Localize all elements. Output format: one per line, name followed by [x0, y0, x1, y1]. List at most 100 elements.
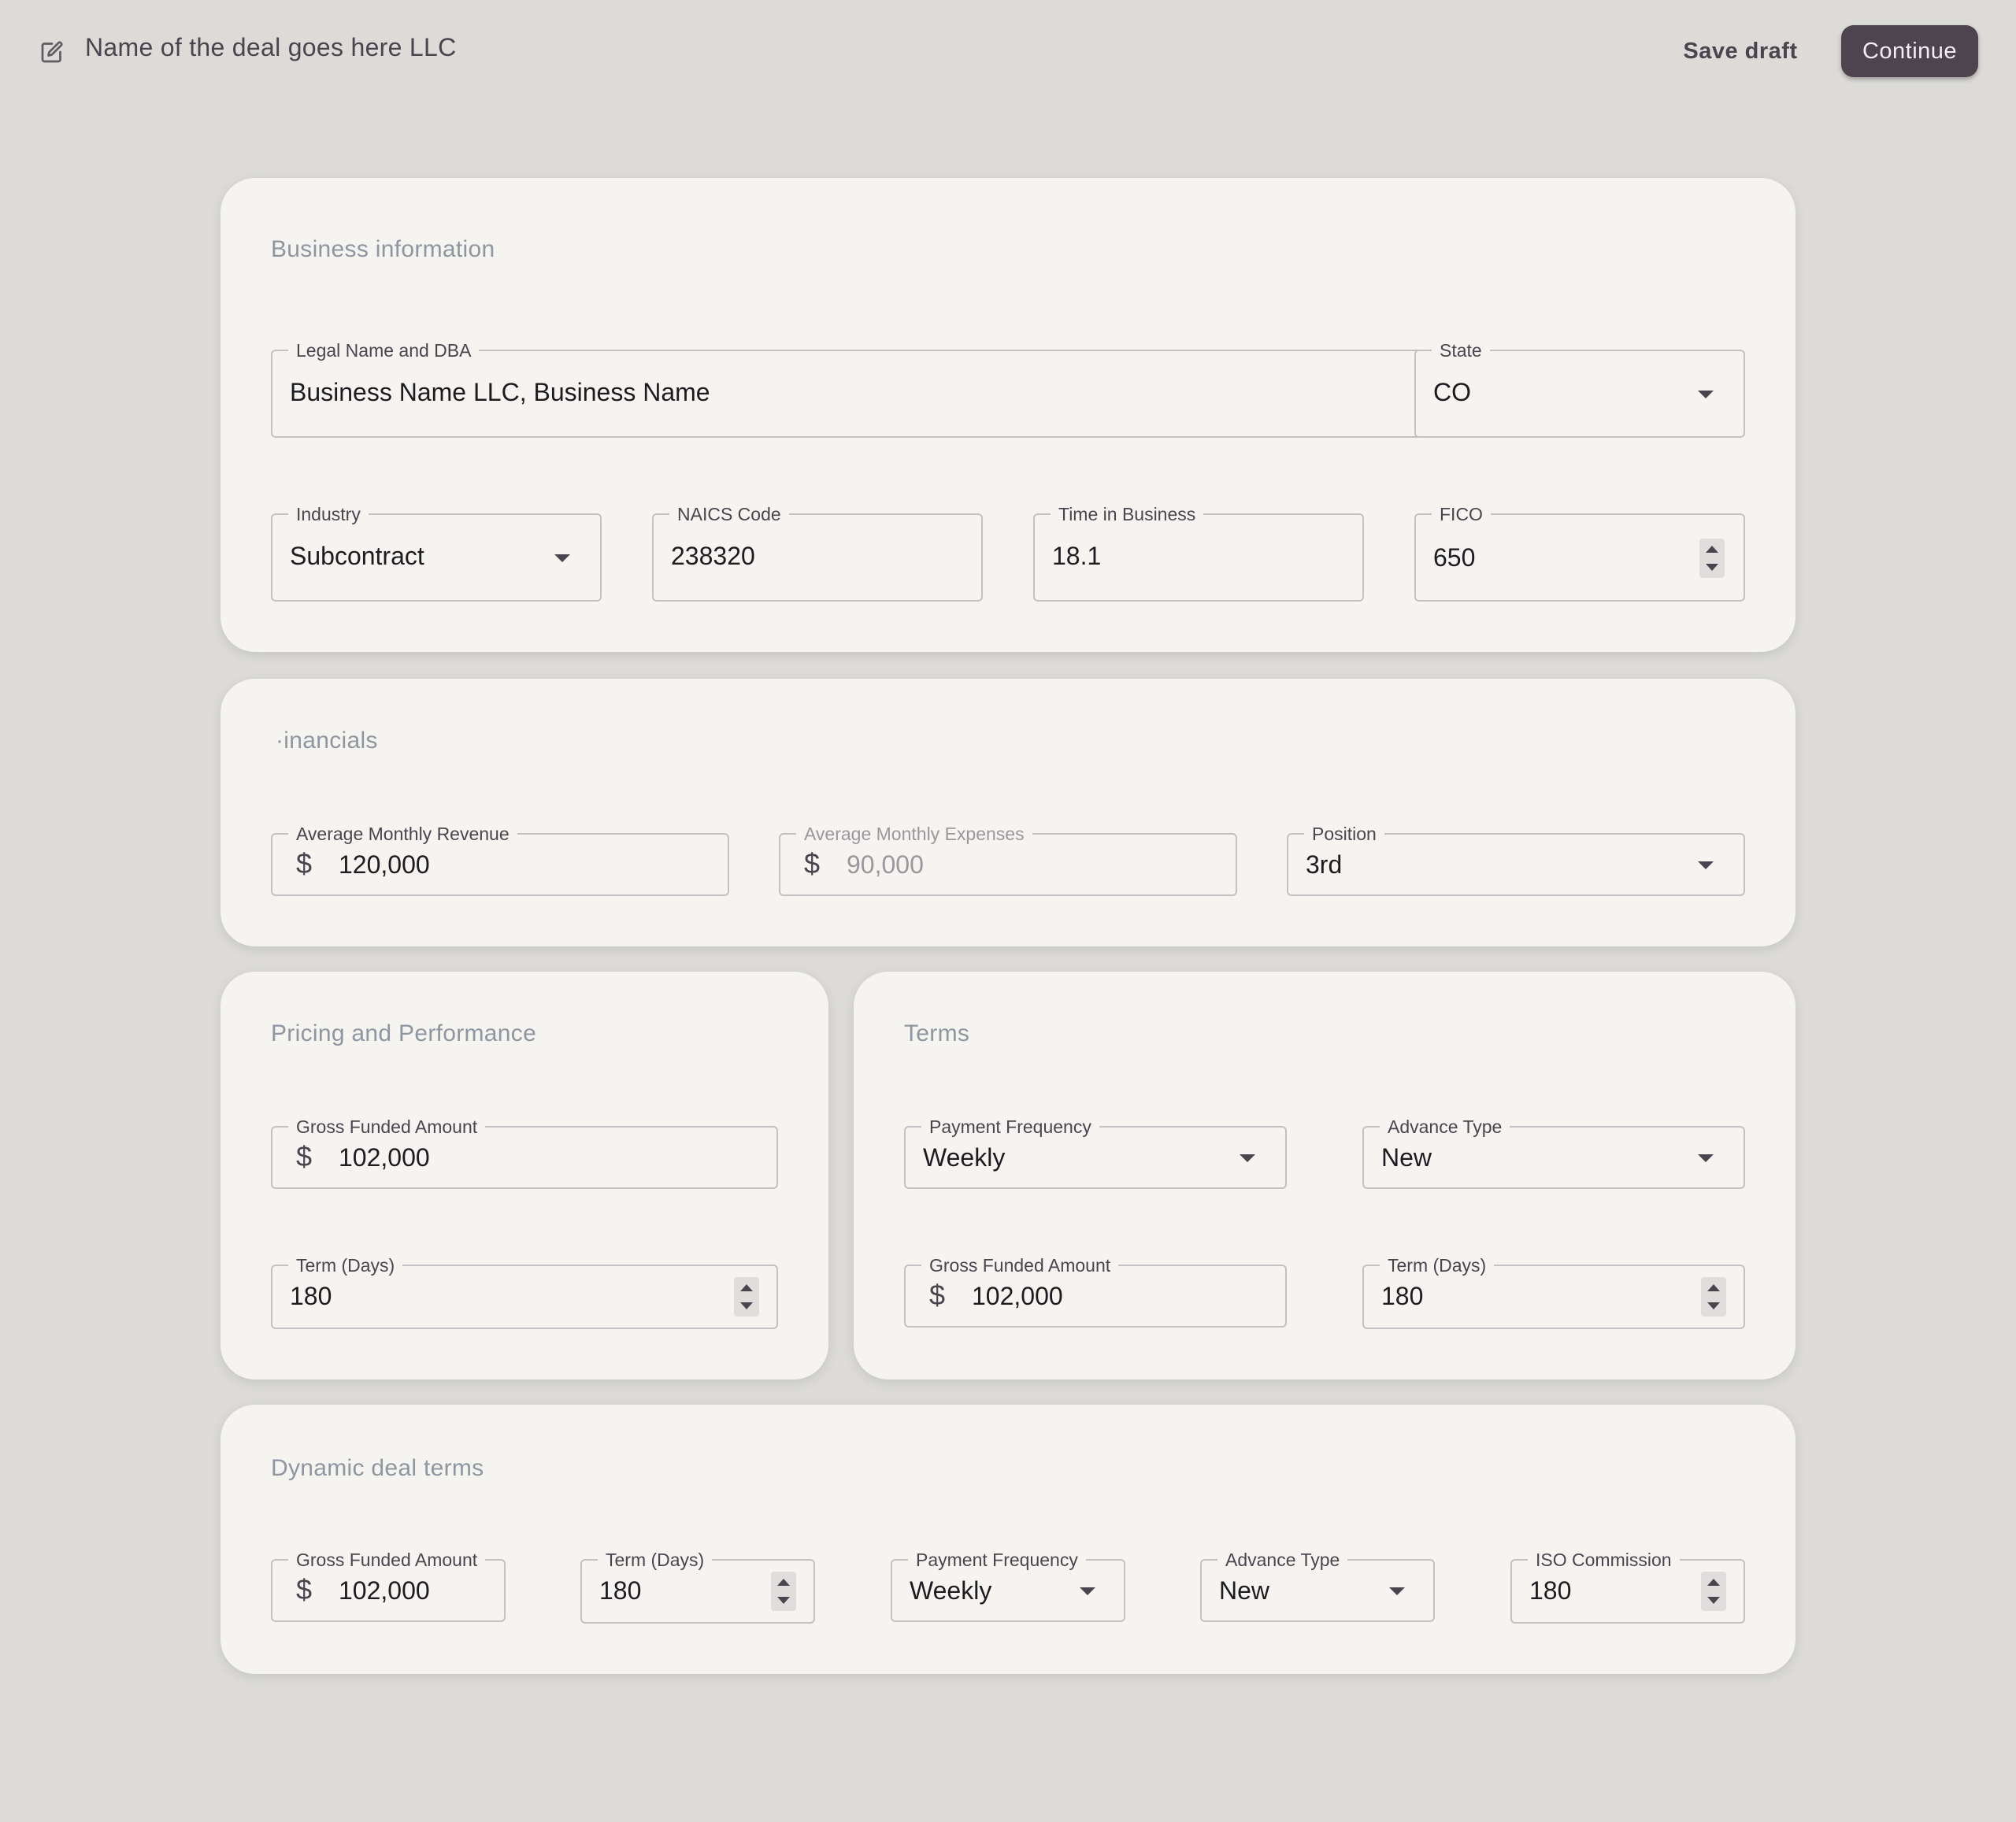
- field-value: 3rd: [1306, 850, 1343, 879]
- field-value: 180: [1529, 1576, 1572, 1605]
- number-stepper[interactable]: [734, 1277, 759, 1317]
- field-value: 180: [1381, 1282, 1424, 1310]
- field-value: 102,000: [339, 1576, 430, 1605]
- number-stepper[interactable]: [1699, 539, 1725, 578]
- pricing-and-performance-card: Pricing and Performance Gross Funded Amo…: [220, 972, 828, 1379]
- field-value: New: [1219, 1576, 1270, 1605]
- business-information-card: Business information Legal Name and DBA …: [220, 178, 1796, 652]
- edit-icon[interactable]: [38, 38, 66, 66]
- field-value: Weekly: [910, 1576, 992, 1605]
- top-bar: Name of the deal goes here LLC Save draf…: [0, 0, 2016, 102]
- dollar-icon: $: [296, 1140, 313, 1172]
- advance-type-select[interactable]: Advance Type New: [1200, 1549, 1435, 1622]
- chevron-down-icon: [1080, 1587, 1095, 1595]
- decrement-icon[interactable]: [740, 1302, 753, 1309]
- dynamic-deal-terms-card: Dynamic deal terms Gross Funded Amount $…: [220, 1405, 1796, 1674]
- chevron-down-icon: [554, 554, 570, 562]
- field-value: 120,000: [339, 850, 430, 879]
- field-label: Gross Funded Amount: [921, 1254, 1119, 1276]
- gross-funded-amount-field[interactable]: Gross Funded Amount $ 102,000: [271, 1116, 778, 1189]
- field-label: Average Monthly Expenses: [796, 823, 1032, 845]
- number-stepper[interactable]: [1701, 1572, 1726, 1611]
- field-value: 650: [1433, 543, 1476, 572]
- field-value: Business Name LLC, Business Name: [290, 378, 710, 406]
- payment-frequency-select[interactable]: Payment Frequency Weekly: [891, 1549, 1125, 1622]
- increment-icon[interactable]: [1707, 1284, 1720, 1291]
- field-value: Weekly: [923, 1143, 1006, 1172]
- decrement-icon[interactable]: [1706, 564, 1718, 571]
- payment-frequency-select[interactable]: Payment Frequency Weekly: [904, 1116, 1287, 1189]
- chevron-down-icon: [1698, 1154, 1714, 1162]
- decrement-icon[interactable]: [1707, 1302, 1720, 1309]
- fico-field[interactable]: FICO 650: [1414, 503, 1745, 602]
- field-label: ISO Commission: [1528, 1549, 1680, 1571]
- field-value: 18.1: [1052, 542, 1102, 570]
- field-value: 102,000: [339, 1143, 430, 1172]
- state-select[interactable]: State CO: [1414, 339, 1745, 438]
- increment-icon[interactable]: [1706, 546, 1718, 553]
- position-select[interactable]: Position 3rd: [1287, 823, 1745, 896]
- field-value: 180: [599, 1576, 642, 1605]
- time-in-business-field[interactable]: Time in Business 18.1: [1033, 503, 1364, 602]
- iso-commission-field[interactable]: ISO Commission 180: [1510, 1549, 1745, 1624]
- field-label: State: [1432, 339, 1490, 361]
- number-stepper[interactable]: [1701, 1277, 1726, 1317]
- field-label: Time in Business: [1051, 503, 1204, 525]
- field-label: Advance Type: [1217, 1549, 1348, 1571]
- legal-name-field[interactable]: Legal Name and DBA Business Name LLC, Bu…: [271, 339, 1584, 438]
- continue-button[interactable]: Continue: [1841, 25, 1978, 77]
- save-draft-button[interactable]: Save draft: [1670, 27, 1811, 76]
- field-label: Term (Days): [288, 1254, 403, 1276]
- industry-select[interactable]: Industry Subcontract: [271, 503, 602, 602]
- chevron-down-icon: [1698, 391, 1714, 398]
- deal-title: Name of the deal goes here LLC: [85, 33, 457, 61]
- term-days-field[interactable]: Term (Days) 180: [580, 1549, 815, 1624]
- section-title: Pricing and Performance: [271, 1020, 537, 1046]
- field-label: Industry: [288, 503, 369, 525]
- term-days-field[interactable]: Term (Days) 180: [1362, 1254, 1745, 1329]
- dollar-icon: $: [296, 847, 313, 880]
- field-label: Advance Type: [1380, 1116, 1510, 1138]
- naics-code-field[interactable]: NAICS Code 238320: [652, 503, 983, 602]
- section-title: Dynamic deal terms: [271, 1455, 484, 1481]
- field-value: 102,000: [972, 1282, 1063, 1310]
- number-stepper[interactable]: [771, 1572, 796, 1611]
- field-label: Legal Name and DBA: [288, 339, 480, 361]
- field-label: Term (Days): [1380, 1254, 1495, 1276]
- dollar-icon: $: [804, 847, 821, 880]
- field-label: Term (Days): [598, 1549, 713, 1571]
- decrement-icon[interactable]: [1707, 1597, 1720, 1604]
- field-value: CO: [1433, 378, 1471, 406]
- field-label: Payment Frequency: [908, 1549, 1086, 1571]
- increment-icon[interactable]: [777, 1579, 790, 1586]
- average-monthly-expenses-field[interactable]: Average Monthly Expenses $ 90,000: [779, 823, 1237, 896]
- gross-funded-amount-field[interactable]: Gross Funded Amount $ 102,000: [271, 1549, 506, 1622]
- increment-icon[interactable]: [740, 1284, 753, 1291]
- field-value: Subcontract: [290, 542, 424, 570]
- field-label: Position: [1304, 823, 1384, 845]
- gross-funded-amount-field[interactable]: Gross Funded Amount $ 102,000: [904, 1254, 1287, 1328]
- dollar-icon: $: [296, 1573, 313, 1605]
- chevron-down-icon: [1389, 1587, 1405, 1595]
- advance-type-select[interactable]: Advance Type New: [1362, 1116, 1745, 1189]
- average-monthly-revenue-field[interactable]: Average Monthly Revenue $ 120,000: [271, 823, 729, 896]
- section-title: Business information: [271, 236, 495, 262]
- decrement-icon[interactable]: [777, 1597, 790, 1604]
- field-value: 180: [290, 1282, 332, 1310]
- field-label: FICO: [1432, 503, 1491, 525]
- field-label: Gross Funded Amount: [288, 1549, 486, 1571]
- chevron-down-icon: [1698, 861, 1714, 869]
- terms-card: Terms Payment Frequency Weekly Advance T…: [854, 972, 1796, 1379]
- field-value: New: [1381, 1143, 1432, 1172]
- field-label: Gross Funded Amount: [288, 1116, 486, 1138]
- field-label: NAICS Code: [669, 503, 789, 525]
- financials-card: ·inancials Average Monthly Revenue $ 120…: [220, 679, 1796, 946]
- field-label: Payment Frequency: [921, 1116, 1099, 1138]
- field-value: 238320: [671, 542, 755, 570]
- chevron-down-icon: [1240, 1154, 1255, 1162]
- section-title: ·inancials: [276, 728, 378, 754]
- term-days-field[interactable]: Term (Days) 180: [271, 1254, 778, 1329]
- increment-icon[interactable]: [1707, 1579, 1720, 1586]
- field-label: Average Monthly Revenue: [288, 823, 517, 845]
- field-value: 90,000: [847, 850, 924, 879]
